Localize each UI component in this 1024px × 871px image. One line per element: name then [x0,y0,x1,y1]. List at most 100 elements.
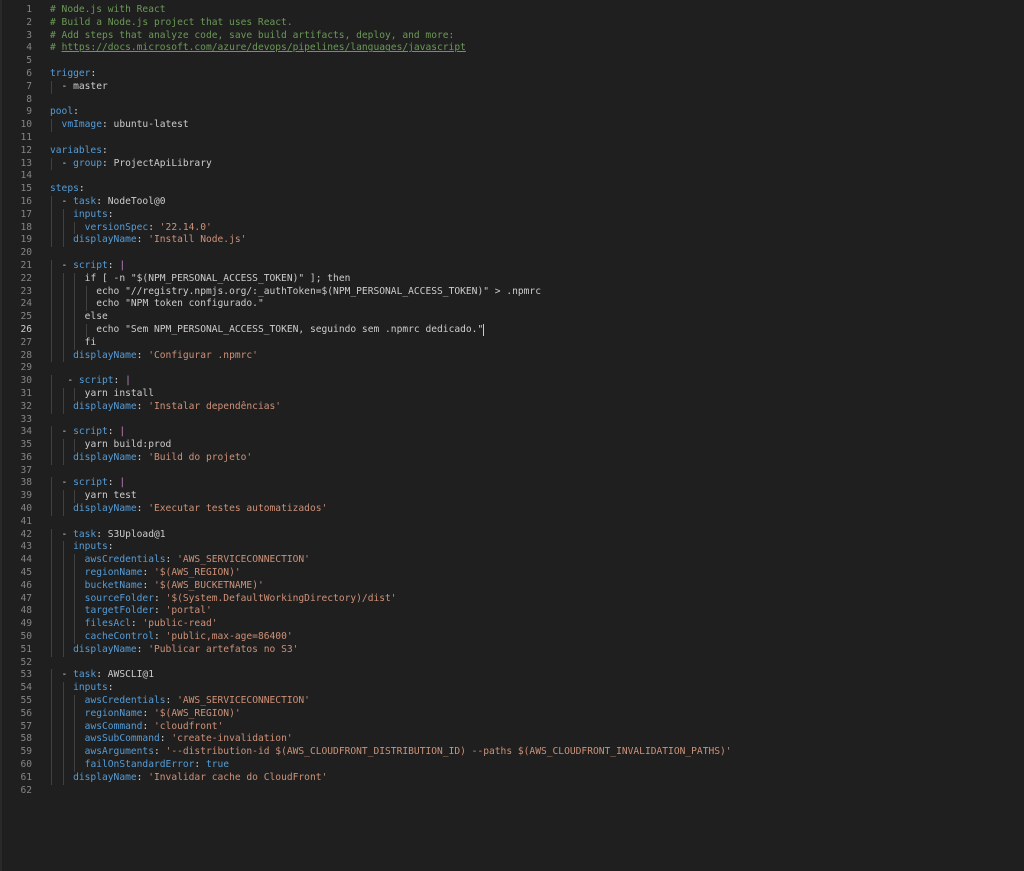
code-line[interactable]: 16 - task: NodeTool@0 [0,195,1024,209]
code-line[interactable]: 24 echo "NPM token configurado." [0,298,1024,312]
code-line[interactable]: 38 - script: | [0,477,1024,491]
code-line[interactable]: 28 displayName: 'Configurar .npmrc' [0,349,1024,363]
code-line[interactable]: 39 yarn test [0,490,1024,504]
code-text[interactable]: awsCommand: 'cloudfront' [85,721,224,734]
code-text[interactable]: # Add steps that analyze code, save buil… [50,30,454,43]
code-line[interactable]: 45 regionName: '$(AWS_REGION)' [0,567,1024,580]
code-text[interactable]: cacheControl: 'public,max-age=86400' [85,631,293,644]
code-text[interactable]: displayName: 'Instalar dependências' [73,401,281,414]
code-line[interactable]: 62 [0,785,1024,798]
code-text[interactable]: bucketName: '$(AWS_BUCKETNAME)' [85,580,264,593]
code-text[interactable]: - task: NodeTool@0 [62,196,166,209]
code-line[interactable]: 33 [0,414,1024,427]
code-line[interactable]: 8 [0,94,1024,107]
code-line[interactable]: 1 # Node.js with React [0,4,1024,17]
code-text[interactable]: targetFolder: 'portal' [85,605,212,618]
code-line[interactable]: 23 echo "//registry.npmjs.org/:_authToken… [0,285,1024,299]
code-line[interactable]: 20 [0,247,1024,260]
code-line[interactable]: 35 yarn build:prod [0,439,1024,452]
code-text[interactable]: echo "NPM token configurado." [96,298,264,311]
code-line[interactable]: 57 awsCommand: 'cloudfront' [0,720,1024,734]
code-text[interactable]: displayName: 'Configurar .npmrc' [73,350,258,363]
code-line[interactable]: 47 sourceFolder: '$(System.DefaultWorking… [0,592,1024,606]
code-line[interactable]: 12 variables: [0,145,1024,158]
code-line[interactable]: 25 else [0,311,1024,324]
code-text[interactable]: yarn build:prod [85,439,172,452]
code-line[interactable]: 59 awsArguments: '--distribution-id $(AWS… [0,746,1024,760]
code-line[interactable]: 48 targetFolder: 'portal' [0,605,1024,619]
code-token[interactable]: https://docs.microsoft.com/azure/devops/… [62,42,466,53]
code-editor[interactable]: 1 # Node.js with React 2 # Build a Node.js … [0,0,1024,871]
code-line[interactable]: 27 fi [0,336,1024,350]
code-line[interactable]: 43 inputs: [0,541,1024,555]
code-text[interactable]: echo "Sem NPM_PERSONAL_ACCESS_TOKEN, seg… [96,323,485,337]
code-line[interactable]: 18 versionSpec: '22.14.0' [0,221,1024,235]
code-text[interactable]: displayName: 'Invalidar cache do CloudFr… [73,772,327,785]
code-lines[interactable]: 1 # Node.js with React 2 # Build a Node.js … [0,4,1024,797]
code-line[interactable]: 31 yarn install [0,387,1024,401]
code-line[interactable]: 40 displayName: 'Executar testes automati… [0,503,1024,516]
code-text[interactable]: awsCredentials: 'AWS_SERVICECONNECTION' [85,554,310,567]
code-line[interactable]: 26 echo "Sem NPM_PERSONAL_ACCESS_TOKEN, s… [0,323,1024,337]
code-line[interactable]: 61 displayName: 'Invalidar cache do Cloud… [0,771,1024,785]
code-text[interactable]: filesAcl: 'public-read' [85,618,218,631]
code-line[interactable]: 29 [0,362,1024,375]
code-line[interactable]: 58 awsSubCommand: 'create-invalidation' [0,733,1024,747]
code-text[interactable]: displayName: 'Build do projeto' [73,452,252,465]
code-line[interactable]: 46 bucketName: '$(AWS_BUCKETNAME)' [0,579,1024,593]
code-line[interactable]: 42 - task: S3Upload@1 [0,528,1024,542]
code-line[interactable]: 13 - group: ProjectApiLibrary [0,157,1024,171]
code-text[interactable]: fi [85,337,97,350]
code-line[interactable]: 55 awsCredentials: 'AWS_SERVICECONNECTION… [0,695,1024,708]
code-text[interactable]: # https://docs.microsoft.com/azure/devop… [50,42,466,55]
code-text[interactable]: displayName: 'Publicar artefatos no S3' [73,644,298,657]
code-line[interactable]: 7 - master [0,80,1024,94]
code-line[interactable]: 5 [0,55,1024,68]
code-text[interactable]: vmImage: ubuntu-latest [62,119,189,132]
code-line[interactable]: 53 - task: AWSCLI@1 [0,669,1024,683]
code-line[interactable]: 37 [0,465,1024,478]
code-text[interactable]: - script: | [62,426,126,439]
code-text[interactable]: - script: | [62,260,126,273]
code-text[interactable]: # Build a Node.js project that uses Reac… [50,17,293,30]
code-line[interactable]: 52 [0,657,1024,670]
code-line[interactable]: 6 trigger: [0,68,1024,81]
code-line[interactable]: 44 awsCredentials: 'AWS_SERVICECONNECTION… [0,554,1024,568]
code-text[interactable]: versionSpec: '22.14.0' [85,222,212,235]
code-text[interactable]: awsSubCommand: 'create-invalidation' [85,733,293,746]
code-line[interactable]: 9 pool: [0,106,1024,119]
code-text[interactable]: steps: [50,183,85,196]
code-line[interactable]: 34 - script: | [0,426,1024,440]
code-text[interactable]: inputs: [73,541,113,554]
code-line[interactable]: 32 displayName: 'Instalar dependências' [0,400,1024,414]
code-line[interactable]: 49 filesAcl: 'public-read' [0,618,1024,632]
code-text[interactable]: trigger: [50,68,96,81]
code-text[interactable]: - group: ProjectApiLibrary [62,158,212,171]
code-line[interactable]: 56 regionName: '$(AWS_REGION)' [0,707,1024,721]
code-text[interactable]: sourceFolder: '$(System.DefaultWorkingDi… [85,593,397,606]
code-line[interactable]: 10 vmImage: ubuntu-latest [0,119,1024,132]
code-line[interactable]: 36 displayName: 'Build do projeto' [0,451,1024,465]
code-text[interactable]: awsArguments: '--distribution-id $(AWS_C… [85,746,732,759]
code-text[interactable]: yarn install [85,388,154,401]
code-line[interactable]: 11 [0,132,1024,145]
code-line[interactable]: 17 inputs: [0,208,1024,222]
code-text[interactable]: inputs: [73,682,113,695]
code-text[interactable]: inputs: [73,209,113,222]
code-text[interactable]: - script: | [62,477,126,490]
code-line[interactable]: 50 cacheControl: 'public,max-age=86400' [0,631,1024,644]
code-text[interactable]: regionName: '$(AWS_REGION)' [85,708,241,721]
code-text[interactable]: else [85,311,108,324]
code-text[interactable]: # Node.js with React [50,4,166,17]
code-text[interactable]: if [ -n "$(NPM_PERSONAL_ACCESS_TOKEN)" ]… [85,273,351,286]
code-line[interactable]: 30 - script: | [0,375,1024,388]
code-line[interactable]: 60 failOnStandardError: true [0,759,1024,772]
code-text[interactable]: displayName: 'Install Node.js' [73,234,246,247]
code-text[interactable]: variables: [50,145,108,158]
code-line[interactable]: 21 - script: | [0,259,1024,273]
code-line[interactable]: 22 if [ -n "$(NPM_PERSONAL_ACCESS_TOKEN)"… [0,272,1024,286]
code-text[interactable]: yarn test [85,490,137,503]
code-text[interactable]: - task: S3Upload@1 [62,529,166,542]
code-line[interactable]: 14 [0,170,1024,183]
code-text[interactable]: - task: AWSCLI@1 [62,669,154,682]
